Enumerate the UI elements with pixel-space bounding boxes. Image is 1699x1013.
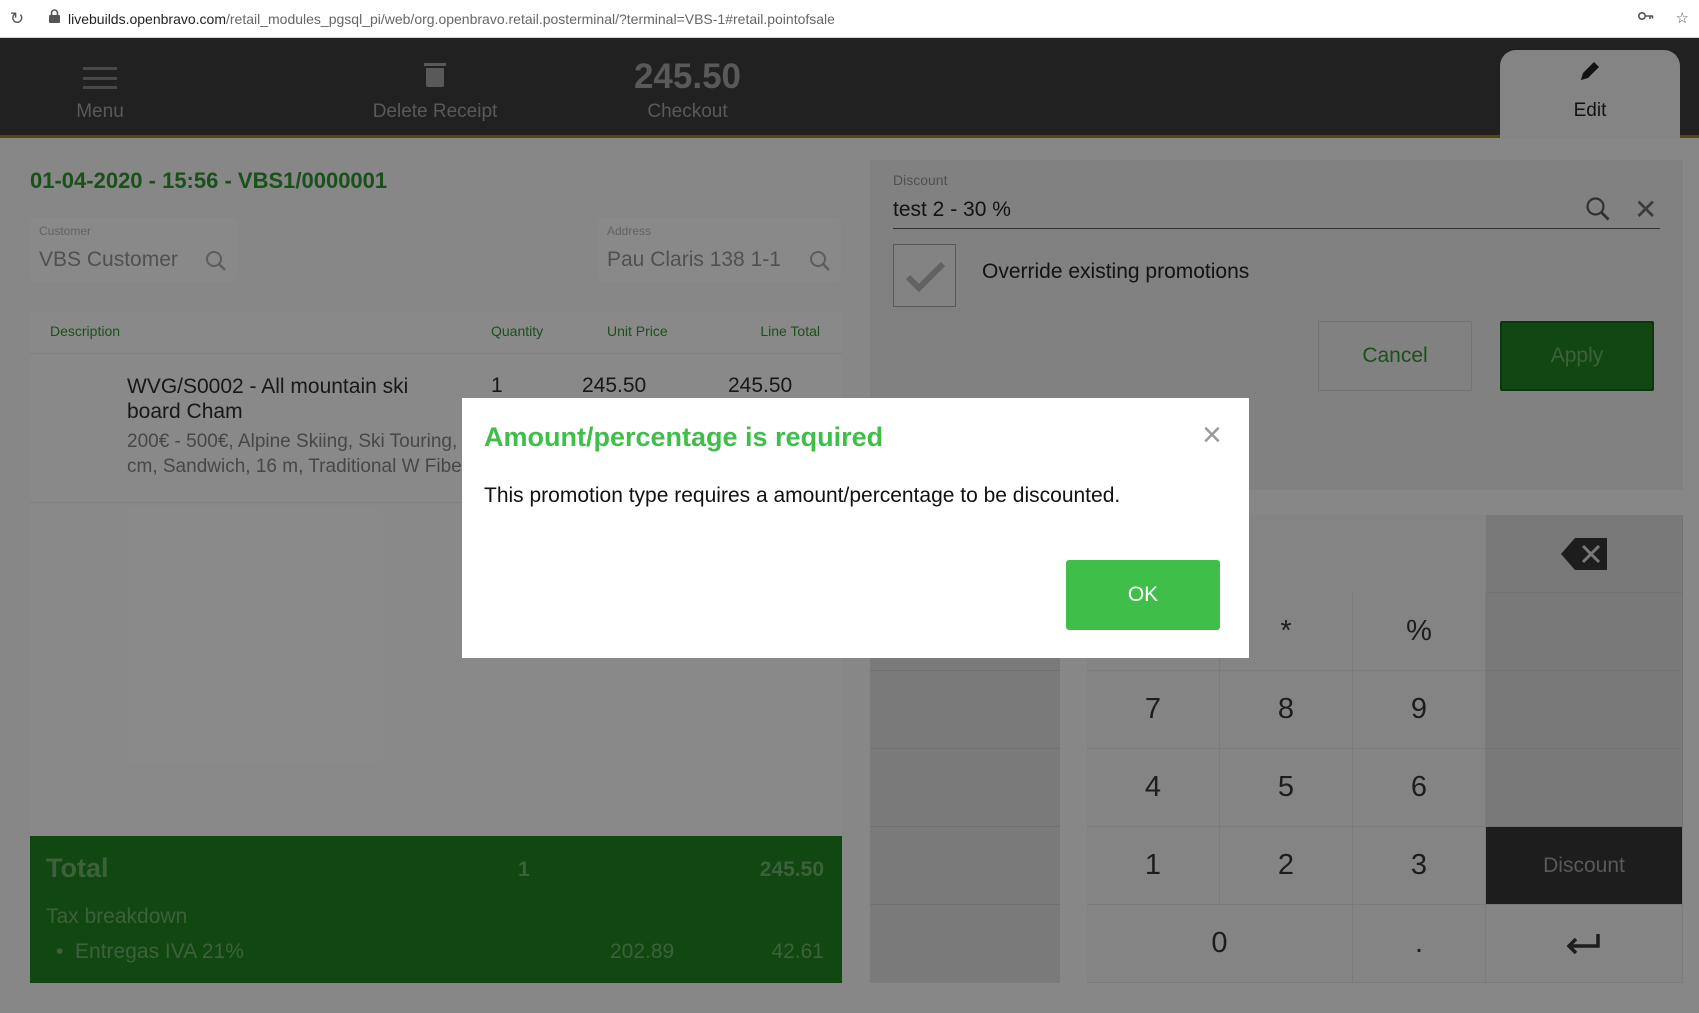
url-text[interactable]: livebuilds.openbravo.com/retail_modules_… (68, 11, 835, 27)
url-path: /retail_modules_pgsql_pi/web/org.openbra… (225, 10, 835, 27)
url-host: livebuilds.openbravo.com (68, 10, 226, 27)
lock-icon[interactable] (44, 9, 64, 28)
reload-icon[interactable]: ↻ (2, 9, 32, 29)
close-icon[interactable]: × (1202, 418, 1222, 452)
error-dialog: Amount/percentage is required × This pro… (462, 398, 1249, 658)
dialog-title: Amount/percentage is required (484, 422, 884, 452)
dialog-message: This promotion type requires a amount/pe… (484, 484, 1121, 507)
key-icon[interactable] (1637, 9, 1654, 27)
star-icon[interactable]: ☆ (1676, 9, 1689, 27)
browser-url-bar: ↻ livebuilds.openbravo.com/retail_module… (0, 0, 1699, 38)
ok-button[interactable]: OK (1066, 560, 1220, 630)
